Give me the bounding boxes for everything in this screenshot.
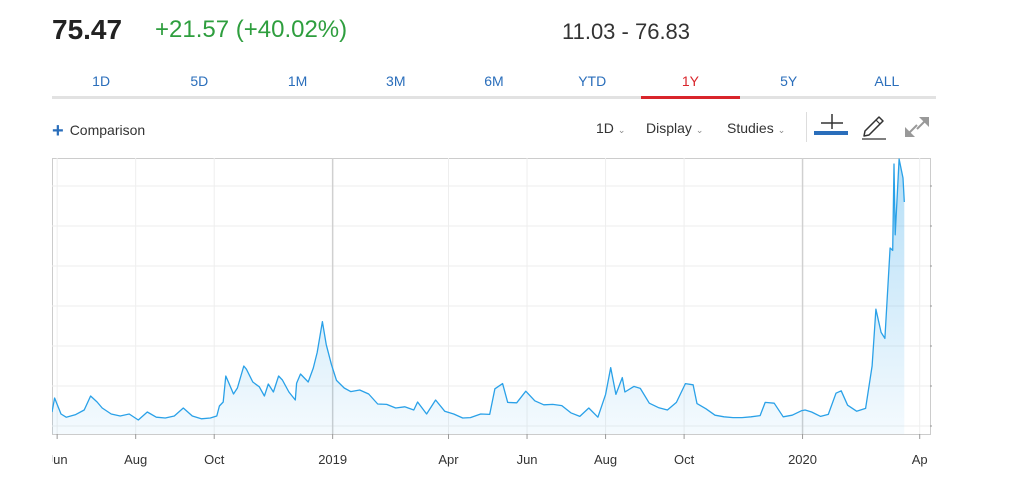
x-tick-label: Jun (52, 452, 68, 467)
x-tick-label: 2019 (318, 452, 347, 467)
toolbar-divider (806, 112, 807, 142)
price-chart[interactable]: 10.0020.0030.0040.0050.0060.0070.00JunAu… (47, 158, 966, 474)
display-label: Display (646, 120, 692, 136)
range-tabs: 1D 5D 1M 3M 6M YTD 1Y 5Y ALL (52, 66, 936, 99)
tab-3m[interactable]: 3M (347, 66, 445, 96)
interval-label: 1D (596, 120, 614, 136)
chart-toolbar: + Comparison 1D ⌄ Display ⌄ Studies ⌄ (0, 112, 1028, 148)
x-tick-label: Ap (912, 452, 928, 467)
tab-1d[interactable]: 1D (52, 66, 150, 96)
x-tick-label: Oct (674, 452, 695, 467)
chevron-down-icon: ⌄ (777, 125, 786, 135)
tab-ytd[interactable]: YTD (543, 66, 641, 96)
chevron-down-icon: ⌄ (695, 125, 704, 135)
x-tick-label: 2020 (788, 452, 817, 467)
crosshair-icon (814, 114, 848, 135)
x-tick-label: Aug (594, 452, 617, 467)
price-range: 11.03 - 76.83 (562, 19, 691, 44)
interval-dropdown[interactable]: 1D ⌄ (596, 120, 625, 136)
x-tick-label: Aug (124, 452, 147, 467)
price-change: +21.57 (+40.02%) (155, 16, 348, 43)
pencil-icon (862, 116, 886, 140)
tab-all[interactable]: ALL (838, 66, 936, 96)
x-tick-label: Apr (438, 452, 459, 467)
expand-icon (905, 117, 929, 137)
x-tick-label: Oct (204, 452, 225, 467)
plot-frame (52, 158, 931, 435)
tab-1m[interactable]: 1M (248, 66, 346, 96)
x-tick-label: Jun (517, 452, 538, 467)
comparison-button[interactable]: + Comparison (52, 120, 145, 143)
tab-5d[interactable]: 5D (150, 66, 248, 96)
studies-label: Studies (727, 120, 774, 136)
draw-button[interactable] (858, 112, 894, 142)
chevron-down-icon: ⌄ (617, 125, 626, 135)
price-chart-svg: 10.0020.0030.0040.0050.0060.0070.00JunAu… (47, 158, 966, 467)
comparison-label: Comparison (69, 122, 146, 138)
studies-dropdown[interactable]: Studies ⌄ (727, 120, 785, 136)
tab-1y[interactable]: 1Y (641, 66, 740, 99)
tab-5y[interactable]: 5Y (740, 66, 838, 96)
crosshair-button[interactable] (812, 112, 848, 142)
tab-6m[interactable]: 6M (445, 66, 543, 96)
last-price: 75.47 (52, 14, 123, 45)
display-dropdown[interactable]: Display ⌄ (646, 120, 703, 136)
fullscreen-button[interactable] (900, 112, 936, 142)
plus-icon: + (52, 120, 64, 142)
quote-header: 75.47 +21.57 (+40.02%) 11.03 - 76.83 (0, 0, 1028, 60)
